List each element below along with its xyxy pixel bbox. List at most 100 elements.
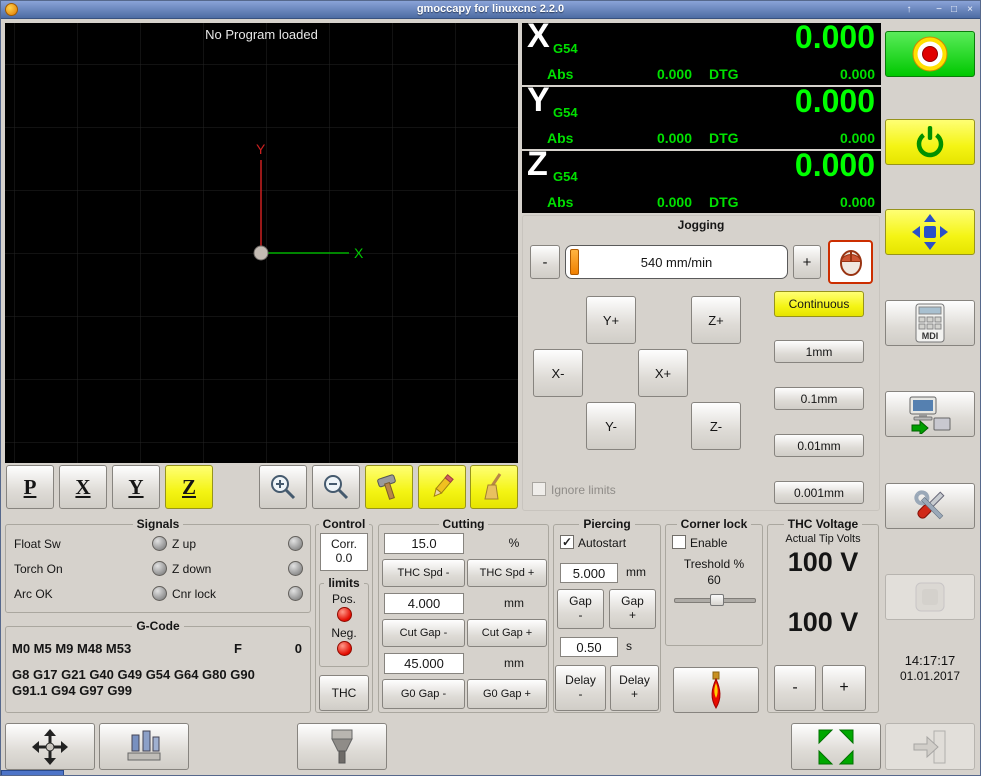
threshold-label: Treshold % <box>683 557 745 571</box>
preview-canvas[interactable]: X Y No Program loaded <box>5 23 518 463</box>
pierce-delay-unit: s <box>626 639 632 653</box>
torch-button[interactable] <box>673 667 759 713</box>
clear-plot-button[interactable] <box>470 465 518 509</box>
correction-display[interactable]: Corr. 0.0 <box>320 533 368 571</box>
feed-value: 0 <box>294 641 302 656</box>
show-jog-panel-button[interactable] <box>885 209 975 255</box>
cut-gap-minus-button[interactable]: Cut Gap - <box>382 619 465 647</box>
machine-setup-button[interactable] <box>885 391 975 437</box>
jog-y-minus-label: Y- <box>605 418 617 434</box>
jog-feed-slider[interactable]: 540 mm/min <box>565 245 788 279</box>
shade-button[interactable]: ↑ <box>902 3 916 17</box>
thc-speed-plus-button[interactable]: THC Spd + <box>467 559 547 587</box>
g0-gap-entry[interactable]: 45.000 <box>384 653 464 674</box>
jog-z-plus-button[interactable]: Z+ <box>691 296 741 344</box>
corner-lock-title: Corner lock <box>676 517 752 531</box>
pierce-gap-entry[interactable]: 5.000 <box>560 563 618 583</box>
titlebar[interactable]: gmoccapy for linuxcnc 2.2.0 ↑ − □ × <box>1 1 980 19</box>
jog-z-minus-button[interactable]: Z- <box>691 402 741 450</box>
machine-on-button[interactable] <box>885 119 975 165</box>
torch-on-led <box>152 561 167 576</box>
jog-increment-0001mm-button[interactable]: 0.001mm <box>774 481 864 504</box>
view-y-button[interactable]: Y <box>112 465 160 509</box>
thc-speed-minus-button[interactable]: THC Spd - <box>382 559 465 587</box>
cut-speed-entry[interactable]: 15.0 <box>384 533 464 554</box>
bottom-panel-indicator <box>1 770 64 775</box>
active-g-codes: G8 G17 G21 G40 G49 G54 G64 G80 G90 G91.1… <box>12 667 255 699</box>
jog-increment-001mm-button[interactable]: 0.01mm <box>774 434 864 457</box>
pierce-gap-minus-button[interactable]: Gap - <box>557 589 604 629</box>
dro-axis-y[interactable]: Y G54 0.000 Abs 0.000 DTG 0.000 <box>522 81 881 149</box>
ignore-limits-checkbox[interactable] <box>532 482 546 496</box>
jog-x-plus-button[interactable]: X+ <box>638 349 688 397</box>
corner-lock-enable-checkbox[interactable] <box>672 535 686 549</box>
jog-increment-01mm-label: 0.1mm <box>800 391 838 406</box>
dro-axis-x[interactable]: X G54 0.000 Abs 0.000 DTG 0.000 <box>522 17 881 85</box>
jog-feed-minus-button[interactable]: - <box>530 245 560 279</box>
probe-button[interactable] <box>99 723 189 770</box>
fullscreen-button[interactable] <box>791 723 881 770</box>
jog-increment-1mm-button[interactable]: 1mm <box>774 340 864 363</box>
jog-x-minus-label: X- <box>551 365 565 381</box>
dro-axis-z[interactable]: Z G54 0.000 Abs 0.000 DTG 0.000 <box>522 145 881 213</box>
tool-measure-button[interactable] <box>365 465 413 509</box>
jog-y-plus-label: Y+ <box>602 312 620 328</box>
volts-minus-button[interactable]: - <box>774 665 816 711</box>
threshold-slider[interactable] <box>674 593 756 607</box>
pierce-gap-plus-button[interactable]: Gap + <box>609 589 656 629</box>
thc-speed-minus-label: THC Spd - <box>397 567 450 579</box>
view-perspective-button[interactable]: P <box>6 465 54 509</box>
threshold-slider-handle[interactable] <box>710 594 724 606</box>
minimize-button[interactable]: − <box>932 3 946 17</box>
autostart-checkbox[interactable]: ✓ <box>560 535 574 549</box>
target-volts-value: 100 V <box>787 607 859 637</box>
view-x-label: X <box>75 474 91 499</box>
jogging-title: Jogging <box>677 218 725 232</box>
jog-y-minus-button[interactable]: Y- <box>586 402 636 450</box>
thc-button-label: THC <box>331 686 357 700</box>
jog-feed-minus-label: - <box>542 253 548 271</box>
g0-gap-plus-button[interactable]: G0 Gap + <box>467 679 547 709</box>
jog-x-minus-button[interactable]: X- <box>533 349 583 397</box>
cut-gap-plus-button[interactable]: Cut Gap + <box>467 619 547 647</box>
mdi-keypad-icon: MDI <box>915 303 945 343</box>
mdi-button[interactable]: MDI <box>885 300 975 346</box>
piercing-title: Piercing <box>579 517 635 531</box>
offsets-button[interactable] <box>5 723 95 770</box>
view-z-button[interactable]: Z <box>165 465 213 509</box>
jog-increment-01mm-button[interactable]: 0.1mm <box>774 387 864 410</box>
jog-y-plus-button[interactable]: Y+ <box>586 296 636 344</box>
jog-feed-plus-button[interactable]: + <box>793 245 821 279</box>
zoom-out-button[interactable] <box>312 465 360 509</box>
spindle-tool-icon <box>331 729 353 763</box>
g0-gap-plus-label: G0 Gap + <box>482 688 531 700</box>
pos-limit-led <box>337 607 352 622</box>
jog-continuous-button[interactable]: Continuous <box>774 291 864 317</box>
pierce-delay-minus-button[interactable]: Delay - <box>555 665 606 711</box>
emergency-stop-button[interactable] <box>885 31 975 77</box>
cutting-frame: Cutting 15.0 % THC Spd - THC Spd + 4.000… <box>378 517 549 713</box>
close-button[interactable]: × <box>963 3 977 17</box>
thc-button[interactable]: THC <box>319 675 369 711</box>
volts-plus-button[interactable]: + <box>822 665 866 711</box>
gcode-title: G-Code <box>132 619 184 633</box>
view-x-button[interactable]: X <box>59 465 107 509</box>
exit-arrow-icon <box>913 730 946 763</box>
tool-change-button[interactable] <box>297 723 387 770</box>
settings-tools-button[interactable] <box>885 483 975 529</box>
mouse-icon <box>839 250 862 276</box>
cut-gap-entry[interactable]: 4.000 <box>384 593 464 614</box>
g0-gap-minus-label: G0 Gap - <box>400 688 447 700</box>
pierce-delay-entry[interactable]: 0.50 <box>560 637 618 657</box>
zoom-in-button[interactable] <box>259 465 307 509</box>
pierce-gap-plus-sign: + <box>628 608 636 622</box>
cut-speed-unit: % <box>508 536 520 550</box>
corner-lock-enable-label: Enable <box>690 536 728 550</box>
dimensions-button[interactable] <box>418 465 466 509</box>
maximize-button[interactable]: □ <box>947 3 961 17</box>
pierce-delay-plus-button[interactable]: Delay + <box>610 665 659 711</box>
jog-with-mouse-button[interactable] <box>828 240 873 284</box>
axis-y-value: 0.000 <box>794 83 875 119</box>
gmoccapy-window: gmoccapy for linuxcnc 2.2.0 ↑ − □ × X Y … <box>0 0 981 776</box>
g0-gap-minus-button[interactable]: G0 Gap - <box>382 679 465 709</box>
